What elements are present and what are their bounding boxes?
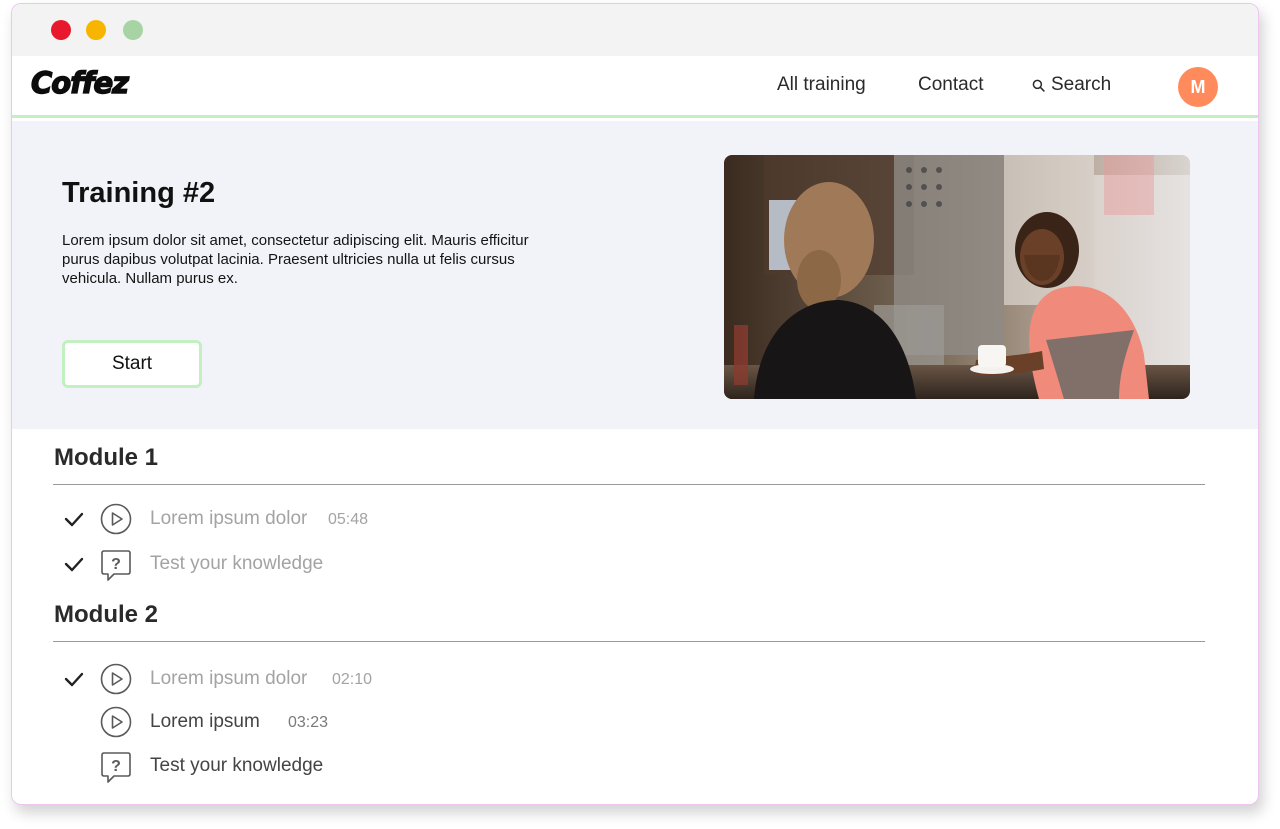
check-icon xyxy=(64,512,84,527)
browser-window: Coffez All training Contact Search M Tra… xyxy=(11,3,1259,805)
question-bubble-icon: ? xyxy=(101,550,131,581)
close-window-button[interactable] xyxy=(51,20,71,40)
check-icon xyxy=(64,557,84,572)
title-bar xyxy=(12,4,1258,56)
search-label: Search xyxy=(1051,74,1112,95)
module-1-title: Module 1 xyxy=(54,444,159,471)
module-1-divider xyxy=(53,484,1205,485)
cafe-barista-photo xyxy=(724,155,1190,399)
training-description: Lorem ipsum dolor sit amet, consectetur … xyxy=(62,232,529,287)
coffez-logo[interactable]: Coffez xyxy=(30,65,129,100)
check-icon xyxy=(64,672,84,687)
svg-text:?: ? xyxy=(111,758,121,775)
top-navigation: Coffez All training Contact Search M xyxy=(12,56,1258,118)
svg-text:?: ? xyxy=(111,556,121,573)
lesson-duration: 02:10 xyxy=(332,671,373,688)
lesson-label: Test your knowledge xyxy=(150,553,324,574)
lesson-duration: 03:23 xyxy=(288,714,329,731)
module-2-divider xyxy=(53,641,1205,642)
start-button[interactable]: Start xyxy=(62,340,202,388)
training-title: Training #2 xyxy=(62,177,216,209)
lesson-label: Lorem ipsum dolor xyxy=(150,508,308,529)
play-icon xyxy=(100,503,132,535)
lesson-label: Lorem ipsum dolor xyxy=(150,668,308,689)
question-bubble-icon: ? xyxy=(101,752,131,783)
maximize-window-button[interactable] xyxy=(123,20,143,40)
play-icon xyxy=(100,663,132,695)
search-button[interactable]: Search xyxy=(1032,74,1111,96)
lesson-label: Lorem ipsum xyxy=(150,711,260,732)
nav-link-all-training[interactable]: All training xyxy=(777,74,866,96)
module-2-title: Module 2 xyxy=(54,601,159,628)
nav-link-contact[interactable]: Contact xyxy=(918,74,983,96)
lesson-duration: 05:48 xyxy=(328,511,369,528)
play-icon xyxy=(100,706,132,738)
training-hero: Training #2 Lorem ipsum dolor sit amet, … xyxy=(12,121,1258,429)
user-avatar[interactable]: M xyxy=(1178,67,1218,107)
minimize-window-button[interactable] xyxy=(86,20,106,40)
search-icon xyxy=(1032,79,1045,92)
lesson-label: Test your knowledge xyxy=(150,755,324,776)
